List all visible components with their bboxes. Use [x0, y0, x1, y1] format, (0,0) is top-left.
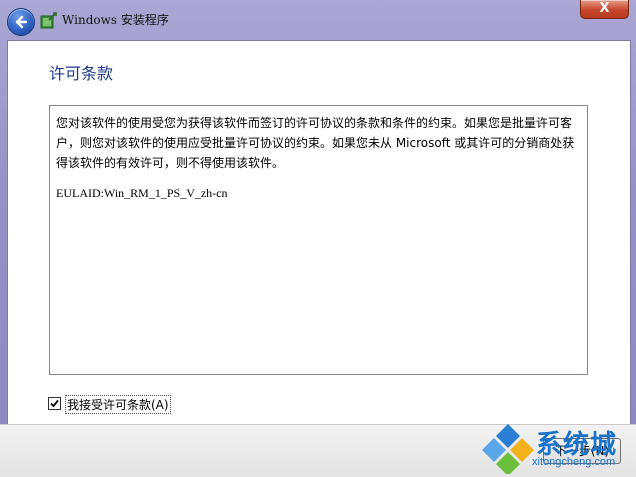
back-button[interactable]	[7, 8, 35, 36]
window-title: Windows 安装程序	[62, 13, 169, 27]
page-title: 许可条款	[49, 64, 114, 83]
close-icon: X	[599, 1, 610, 16]
watermark-logo-icon	[482, 424, 534, 474]
accept-checkbox[interactable]	[48, 397, 61, 410]
back-arrow-icon	[15, 15, 28, 29]
close-button[interactable]: X	[580, 0, 629, 19]
content-panel: 许可条款 您对该软件的使用受您为获得该软件而签订的许可协议的条款和条件的约束。如…	[7, 40, 631, 426]
checkmark-icon	[50, 399, 59, 408]
license-text: 您对该软件的使用受您为获得该软件而签订的许可协议的条款和条件的约束。如果您是批量…	[56, 116, 575, 170]
license-text-box[interactable]: 您对该软件的使用受您为获得该软件而签订的许可协议的条款和条件的约束。如果您是批量…	[49, 105, 588, 375]
site-watermark: 系统城 xitongcheng.com	[478, 420, 636, 476]
eula-id: EULAID:Win_RM_1_PS_V_zh-cn	[56, 186, 228, 200]
window-frame: Windows 安装程序 X 许可条款 您对该软件的使用受您为获得该软件而签订的…	[0, 0, 636, 477]
windows-setup-icon	[40, 12, 57, 29]
title-bar: Windows 安装程序 X	[0, 0, 636, 40]
watermark-url: xitongcheng.com	[532, 456, 616, 468]
accept-checkbox-label[interactable]: 我接受许可条款(A)	[65, 395, 171, 414]
